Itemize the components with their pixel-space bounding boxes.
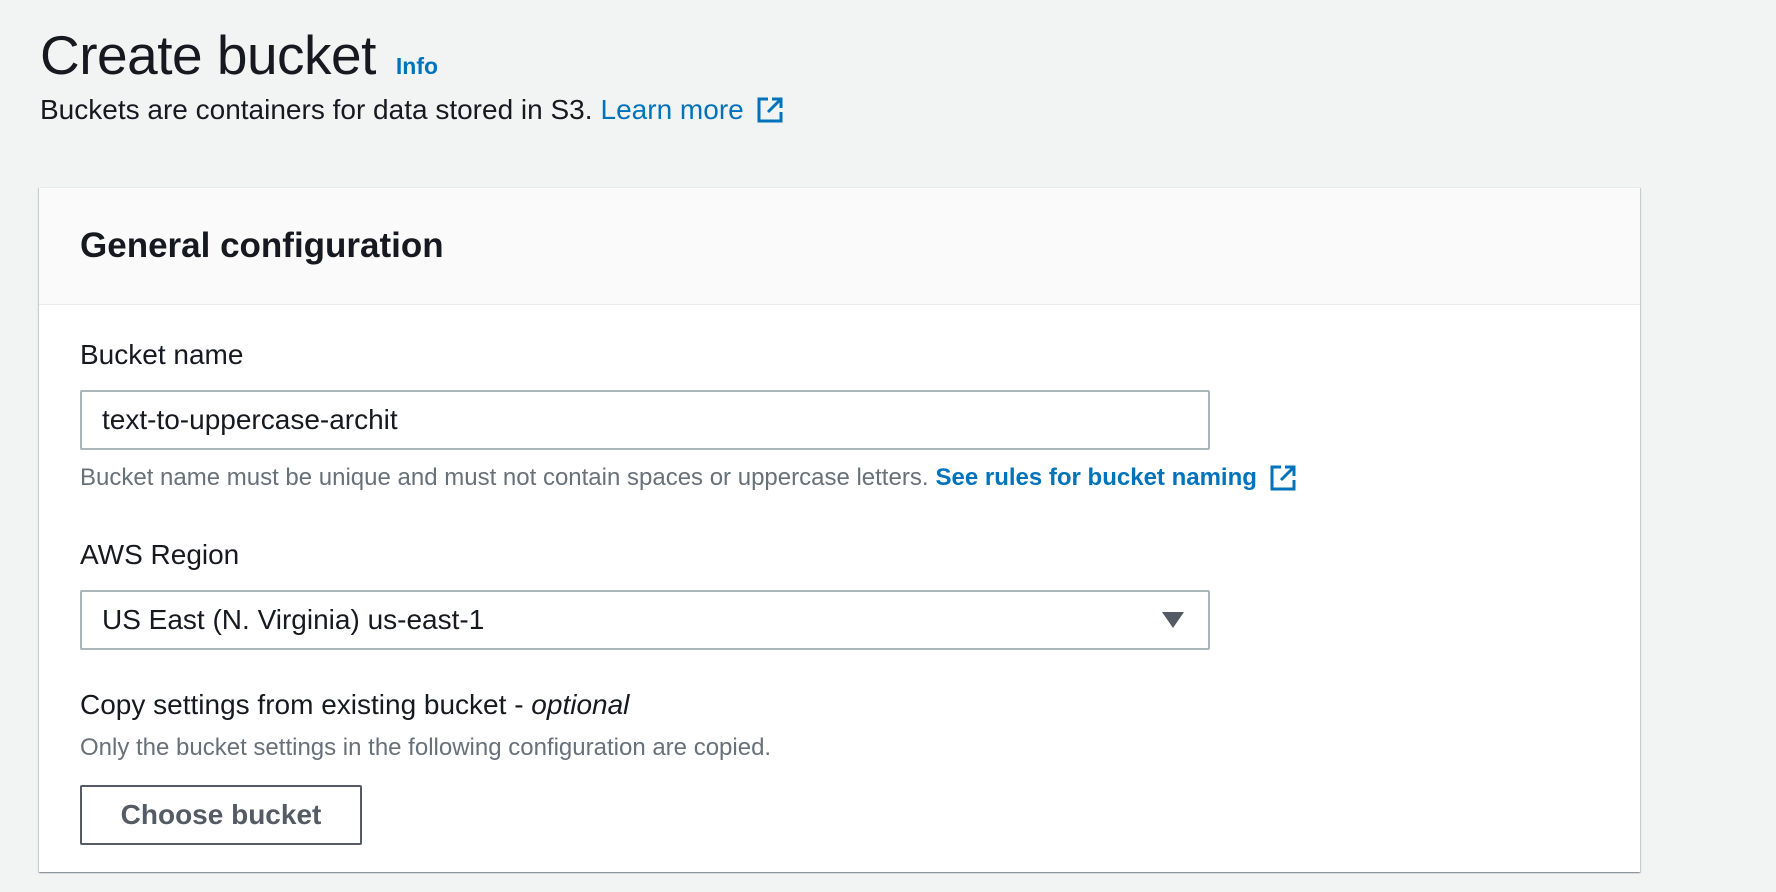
page-description-text: Buckets are containers for data stored i… bbox=[40, 94, 593, 125]
optional-tag: optional bbox=[531, 689, 630, 720]
aws-region-selected-value: US East (N. Virginia) us-east-1 bbox=[102, 604, 485, 635]
aws-region-select[interactable]: US East (N. Virginia) us-east-1 bbox=[80, 590, 1210, 650]
aws-region-label: AWS Region bbox=[80, 539, 240, 570]
copy-settings-label-text: Copy settings from existing bucket - bbox=[80, 689, 524, 720]
external-link-icon bbox=[756, 96, 784, 124]
general-configuration-panel: General configuration Bucket name Bucket… bbox=[39, 187, 1640, 872]
external-link-icon bbox=[1269, 464, 1297, 492]
constraint-text: Bucket name must be unique and must not … bbox=[80, 464, 929, 491]
page-description: Buckets are containers for data stored i… bbox=[40, 94, 784, 126]
copy-settings-label: Copy settings from existing bucket - opt… bbox=[80, 689, 629, 721]
title-row: Create bucket Info bbox=[40, 22, 784, 88]
bucket-name-input[interactable] bbox=[80, 390, 1210, 450]
bucket-name-constraint: Bucket name must be unique and must not … bbox=[80, 464, 1297, 492]
learn-more-link[interactable]: Learn more bbox=[601, 94, 784, 126]
page-header: Create bucket Info Buckets are container… bbox=[40, 22, 784, 126]
learn-more-label: Learn more bbox=[600, 94, 744, 125]
choose-bucket-button[interactable]: Choose bucket bbox=[80, 785, 362, 845]
page-title: Create bucket bbox=[40, 24, 376, 86]
bucket-naming-rules-label: See rules for bucket naming bbox=[935, 464, 1257, 491]
bucket-naming-rules-link[interactable]: See rules for bucket naming bbox=[935, 464, 1296, 492]
panel-header: General configuration bbox=[39, 188, 1640, 305]
panel-title: General configuration bbox=[80, 226, 444, 265]
caret-down-icon bbox=[1162, 612, 1184, 628]
copy-settings-description: Only the bucket settings in the followin… bbox=[80, 734, 772, 761]
info-link[interactable]: Info bbox=[396, 53, 438, 80]
bucket-name-label: Bucket name bbox=[80, 339, 244, 370]
